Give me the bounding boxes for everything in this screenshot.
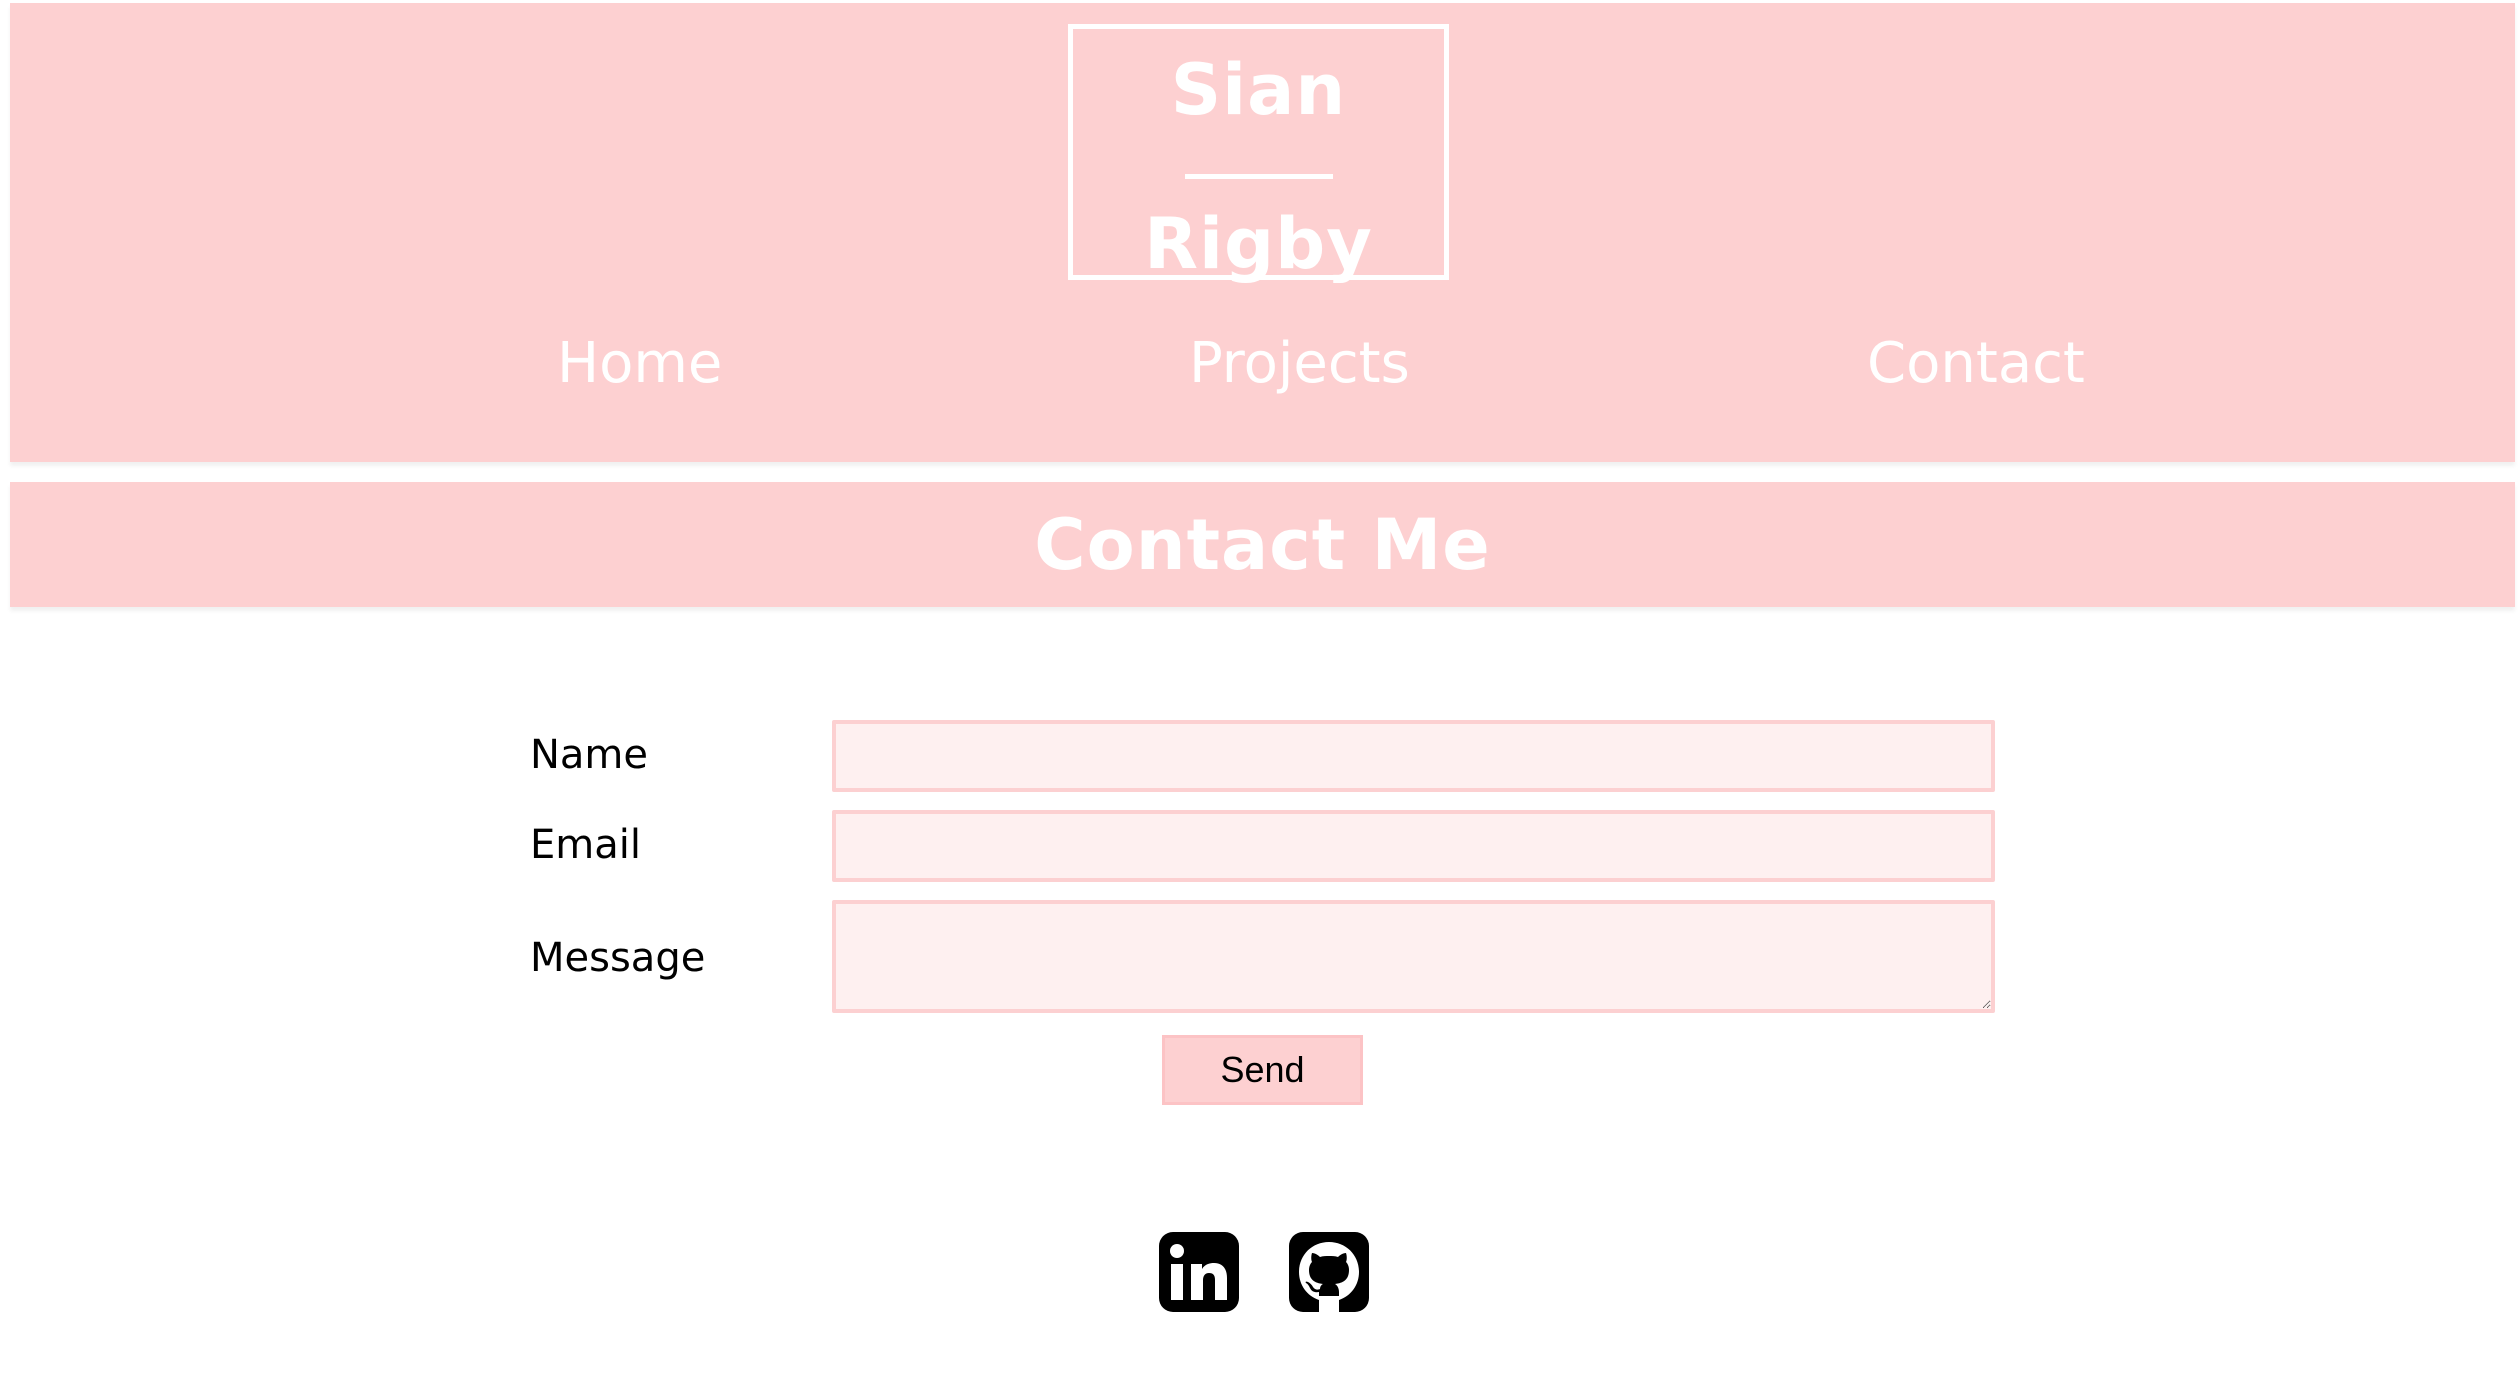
nav-contact-link[interactable]: Contact bbox=[1867, 331, 2085, 396]
page-title: Contact Me bbox=[1034, 504, 1491, 586]
message-field[interactable] bbox=[832, 900, 1995, 1013]
page: Sian Rigby Home Projects Contact Contact… bbox=[0, 0, 2520, 1382]
linkedin-icon[interactable] bbox=[1155, 1228, 1243, 1316]
nav-projects-link[interactable]: Projects bbox=[1189, 331, 1410, 396]
title-banner: Contact Me bbox=[10, 482, 2515, 607]
message-label: Message bbox=[530, 935, 706, 981]
email-field[interactable] bbox=[832, 810, 1995, 882]
logo[interactable]: Sian Rigby bbox=[1068, 24, 1449, 285]
name-label: Name bbox=[530, 732, 649, 778]
site-header: Sian Rigby Home Projects Contact bbox=[10, 3, 2515, 462]
github-icon[interactable] bbox=[1285, 1228, 1373, 1316]
name-field[interactable] bbox=[832, 720, 1995, 792]
logo-first-name: Sian bbox=[1170, 49, 1347, 131]
nav-home-link[interactable]: Home bbox=[557, 331, 722, 396]
email-label: Email bbox=[530, 822, 641, 868]
logo-divider bbox=[1184, 174, 1333, 179]
logo-last-name: Rigby bbox=[1144, 203, 1373, 285]
send-button[interactable]: Send bbox=[1162, 1035, 1363, 1105]
